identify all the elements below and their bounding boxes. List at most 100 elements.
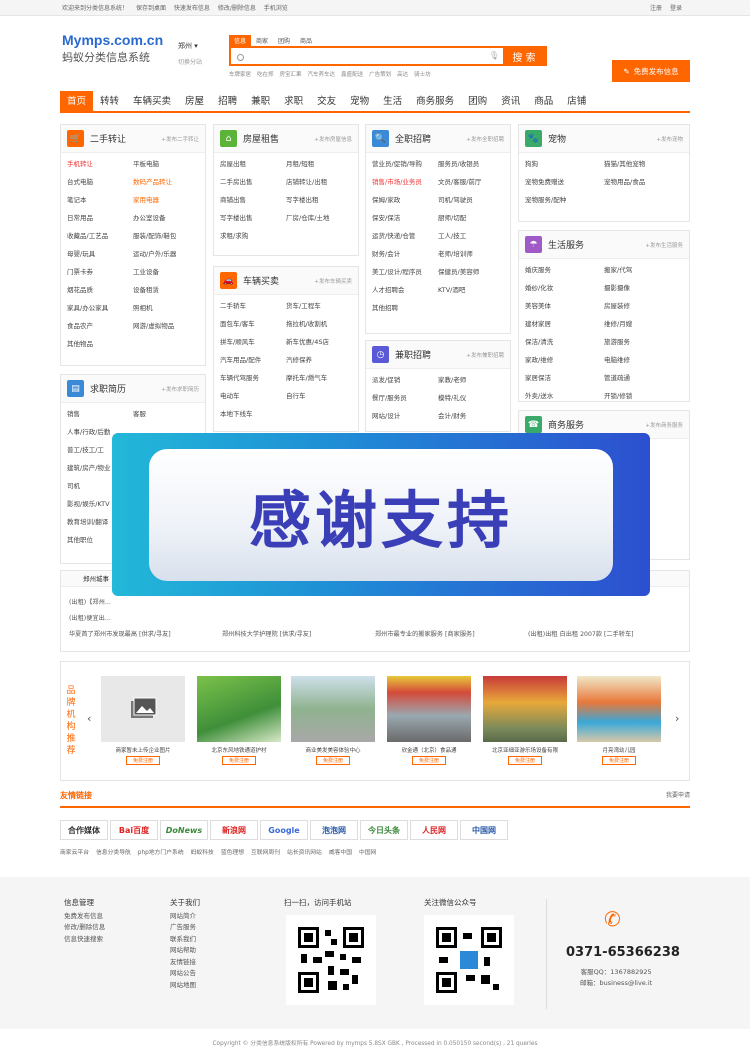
- footer-link[interactable]: 网站简介: [170, 911, 200, 923]
- microphone-icon[interactable]: 🎙: [489, 48, 503, 64]
- search-button[interactable]: 搜 索: [503, 48, 545, 64]
- post-link[interactable]: +发布兼职招聘: [466, 351, 504, 359]
- news-item[interactable]: 华夏首了郑州市发现最高 [供求/寻友]: [69, 629, 222, 638]
- nav-item[interactable]: 招聘: [211, 91, 244, 111]
- nav-item[interactable]: 车辆买卖: [126, 91, 178, 111]
- category-item[interactable]: 写字楼出租: [286, 194, 352, 204]
- category-item[interactable]: 旅游服务: [604, 336, 683, 346]
- category-item[interactable]: 司机/驾驶员: [438, 194, 504, 204]
- post-link[interactable]: +发布宠物: [656, 135, 683, 143]
- link-logo[interactable]: DoNews: [160, 820, 208, 840]
- link-logo[interactable]: Google: [260, 820, 308, 840]
- link-logo[interactable]: 新浪网: [210, 820, 258, 840]
- search-tab-goods[interactable]: 商品: [295, 35, 317, 46]
- news-item[interactable]: (出租)便宜出…: [69, 613, 222, 622]
- category-item[interactable]: 保安/保洁: [372, 212, 438, 222]
- category-item[interactable]: 面包车/客车: [220, 318, 286, 328]
- category-title[interactable]: 商务服务: [548, 418, 584, 431]
- brand-register-button[interactable]: 免费注册: [411, 756, 446, 765]
- category-item[interactable]: 家政/维修: [525, 354, 604, 364]
- post-link[interactable]: +发布二手转让: [161, 135, 199, 143]
- category-item[interactable]: 月租/短租: [286, 158, 352, 168]
- category-item[interactable]: 烟花品质: [67, 284, 133, 294]
- brand-item[interactable]: 北京东风地铁通道护村 免费注册: [197, 676, 281, 765]
- category-item[interactable]: 母婴/玩具: [67, 248, 133, 258]
- category-item[interactable]: 保健员/美容师: [438, 266, 504, 276]
- category-item[interactable]: 家具/办公家具: [67, 302, 133, 312]
- category-item[interactable]: 店铺转让/出租: [286, 176, 352, 186]
- nav-item[interactable]: 店铺: [560, 91, 593, 111]
- category-item[interactable]: 模特/礼仪: [438, 392, 504, 402]
- category-item[interactable]: 工人/技工: [438, 230, 504, 240]
- category-item[interactable]: 电脑维修: [604, 354, 683, 364]
- category-item[interactable]: 厂房/仓库/土地: [286, 212, 352, 222]
- category-title[interactable]: 生活服务: [548, 238, 584, 251]
- category-item[interactable]: 保洁/清洗: [525, 336, 604, 346]
- brand-register-button[interactable]: 免费注册: [507, 756, 542, 765]
- category-item[interactable]: 设备租赁: [133, 284, 199, 294]
- category-item[interactable]: 厨师/切配: [438, 212, 504, 222]
- category-item[interactable]: 狗狗: [525, 158, 604, 168]
- category-item[interactable]: 会计/财务: [438, 410, 504, 420]
- category-title[interactable]: 车辆买卖: [243, 274, 279, 287]
- hot-keyword[interactable]: 车牌家居: [229, 70, 251, 78]
- category-item[interactable]: 拖拉机/收割机: [286, 318, 352, 328]
- post-link[interactable]: +发布车辆买卖: [314, 277, 352, 285]
- category-item[interactable]: 自行车: [286, 390, 352, 400]
- search-tab-group[interactable]: 团购: [273, 35, 295, 46]
- city-switcher[interactable]: 郑州 ▾ 切换分站: [178, 41, 202, 66]
- news-item[interactable]: 郑州科技大学护理院 [供求/寻友]: [222, 629, 375, 638]
- category-item[interactable]: 运动/户外/乐器: [133, 248, 199, 258]
- brand-item[interactable]: 北京亚细亚游乐场设备有限 免费注册: [483, 676, 567, 765]
- quick-post-link[interactable]: 快速发布信息: [174, 5, 210, 12]
- search-tab-shop[interactable]: 商家: [251, 35, 273, 46]
- category-item[interactable]: 财务/会计: [372, 248, 438, 258]
- link-logo[interactable]: Bai百度: [110, 820, 158, 840]
- footer-link[interactable]: 网站公告: [170, 968, 200, 980]
- category-item[interactable]: 人才招聘会: [372, 284, 438, 294]
- text-link[interactable]: php地方门户系统: [138, 847, 184, 856]
- post-link[interactable]: +发布求职简历: [161, 385, 199, 393]
- category-item[interactable]: 猫猫/其他宠物: [604, 158, 683, 168]
- text-link[interactable]: 商家云平台: [60, 847, 89, 856]
- category-item[interactable]: 办公室设备: [133, 212, 199, 222]
- edit-delete-link[interactable]: 修改/删除信息: [218, 5, 256, 12]
- brand-register-button[interactable]: 免费注册: [315, 756, 350, 765]
- text-link[interactable]: 站长资讯网站: [287, 847, 322, 856]
- category-item[interactable]: 销售: [67, 408, 133, 418]
- category-item[interactable]: 营业员/促销/导购: [372, 158, 438, 168]
- login-link[interactable]: 登录: [670, 5, 682, 12]
- hot-keyword[interactable]: 鑫盛配送: [341, 70, 363, 78]
- category-item[interactable]: 保姆/家政: [372, 194, 438, 204]
- mobile-link[interactable]: 手机浏览: [264, 5, 288, 12]
- category-item[interactable]: 求租/求购: [220, 230, 286, 240]
- brand-item[interactable]: 商家暂未上传企业图片 免费注册: [101, 676, 185, 765]
- text-link[interactable]: 蓝色理想: [221, 847, 244, 856]
- category-item[interactable]: 门票卡券: [67, 266, 133, 276]
- nav-item[interactable]: 转转: [93, 91, 126, 111]
- register-link[interactable]: 注册: [650, 5, 662, 12]
- category-title[interactable]: 房屋租售: [243, 132, 279, 145]
- category-item[interactable]: 美容美体: [525, 300, 604, 310]
- category-item[interactable]: KTV/酒吧: [438, 284, 504, 294]
- category-item[interactable]: 建材家居: [525, 318, 604, 328]
- category-item[interactable]: 餐厅/服务员: [372, 392, 438, 402]
- text-link[interactable]: 中国网: [359, 847, 376, 856]
- free-post-button[interactable]: ✎ 免费发布信息: [612, 60, 690, 82]
- link-logo[interactable]: 中国网: [460, 820, 508, 840]
- category-item[interactable]: 家用电器: [133, 194, 199, 204]
- category-item[interactable]: 汽修保养: [286, 354, 352, 364]
- text-link[interactable]: 威客中国: [329, 847, 352, 856]
- category-item[interactable]: 宠物用品/食品: [604, 176, 683, 186]
- brand-register-button[interactable]: 免费注册: [601, 756, 636, 765]
- footer-link[interactable]: 免费发布信息: [64, 911, 105, 923]
- category-item[interactable]: 二手轿车: [220, 300, 286, 310]
- category-item[interactable]: 食品农产: [67, 320, 133, 330]
- site-logo[interactable]: Mymps.com.cn 蚂蚁分类信息系统: [62, 32, 163, 65]
- brand-item[interactable]: 商业美发美容体验中心 免费注册: [291, 676, 375, 765]
- category-item[interactable]: 商铺出售: [220, 194, 286, 204]
- category-item[interactable]: 家教/老师: [438, 374, 504, 384]
- post-link[interactable]: +发布房屋信息: [314, 135, 352, 143]
- link-logo[interactable]: 泡泡网: [310, 820, 358, 840]
- category-item[interactable]: 宠物服务/配种: [525, 194, 604, 204]
